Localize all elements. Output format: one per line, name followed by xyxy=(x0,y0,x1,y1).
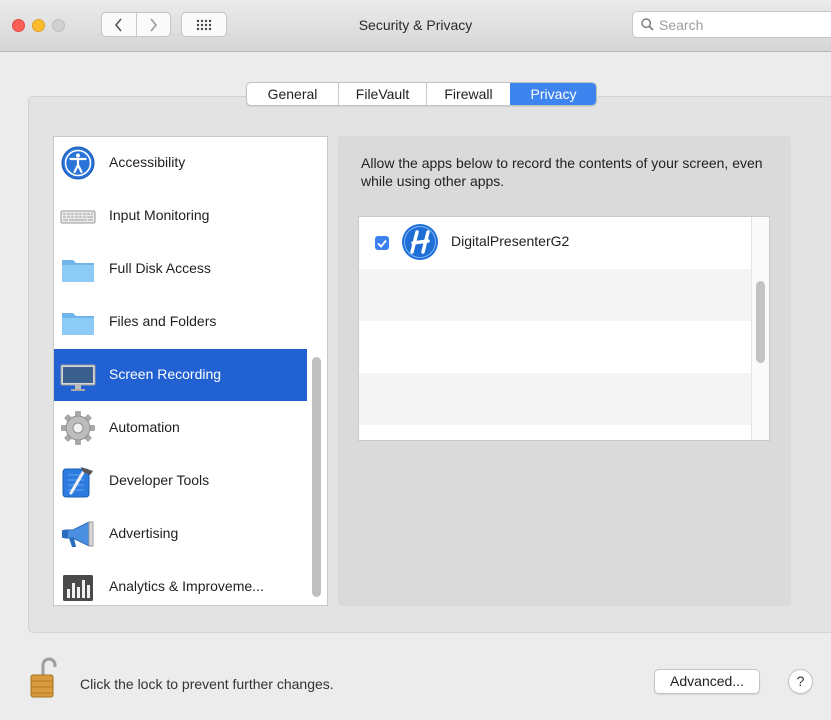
app-list-scrollbar[interactable] xyxy=(756,281,765,363)
sidebar-item-accessibility[interactable]: Accessibility xyxy=(54,137,307,189)
sidebar-item-files-and-folders[interactable]: Files and Folders xyxy=(54,296,307,348)
accessibility-icon xyxy=(61,146,95,180)
search-icon xyxy=(641,18,654,31)
sidebar-item-label: Full Disk Access xyxy=(109,260,211,276)
sidebar-item-label: Files and Folders xyxy=(109,313,217,329)
keyboard-icon xyxy=(60,210,96,224)
empty-row xyxy=(359,321,751,373)
empty-row xyxy=(359,373,751,425)
help-button[interactable]: ? xyxy=(788,669,813,694)
sidebar-item-advertising[interactable]: Advertising xyxy=(54,508,307,560)
unlocked-padlock-icon[interactable] xyxy=(29,655,69,699)
sidebar-item-automation[interactable]: Automation xyxy=(54,402,307,454)
sidebar-scrollbar[interactable] xyxy=(312,357,321,597)
sidebar-item-label: Advertising xyxy=(109,525,179,541)
folder-icon xyxy=(62,313,94,335)
sidebar-item-full-disk-access[interactable]: Full Disk Access xyxy=(54,243,307,295)
search-field[interactable] xyxy=(632,11,831,38)
app-name: DigitalPresenterG2 xyxy=(451,233,570,249)
sidebar-item-label: Accessibility xyxy=(109,154,186,170)
permission-description: Allow the apps below to record the conte… xyxy=(361,155,763,189)
app-list[interactable]: DigitalPresenterG2 xyxy=(358,216,770,441)
title-bar: Security & Privacy xyxy=(0,0,831,52)
privacy-category-list[interactable]: Accessibility Input Monitoring Full Disk… xyxy=(53,136,328,606)
sidebar-item-label: Automation xyxy=(109,419,180,435)
xcode-icon xyxy=(62,467,93,498)
sidebar-item-label: Input Monitoring xyxy=(109,207,210,223)
app-enabled-checkbox[interactable] xyxy=(375,236,389,250)
sidebar-item-label: Analytics & Improveme... xyxy=(109,578,264,594)
analytics-icon xyxy=(63,575,93,601)
search-input[interactable] xyxy=(659,16,819,33)
display-icon xyxy=(60,364,96,391)
tab-general[interactable]: General xyxy=(247,83,338,105)
sidebar-item-input-monitoring[interactable]: Input Monitoring xyxy=(54,190,307,242)
sidebar-item-screen-recording[interactable]: Screen Recording xyxy=(54,349,307,401)
lock-status-text: Click the lock to prevent further change… xyxy=(80,676,334,692)
tab-privacy[interactable]: Privacy xyxy=(510,83,596,105)
checkmark-icon xyxy=(377,239,387,248)
advanced-button[interactable]: Advanced... xyxy=(654,669,760,694)
app-row-digitalpresenterg2[interactable]: DigitalPresenterG2 xyxy=(359,217,751,269)
sidebar-item-analytics[interactable]: Analytics & Improveme... xyxy=(54,561,307,613)
digitalpresenter-app-icon xyxy=(402,224,438,260)
sidebar-item-label: Developer Tools xyxy=(109,472,210,488)
empty-row xyxy=(359,269,751,321)
sidebar-item-developer-tools[interactable]: Developer Tools xyxy=(54,455,307,507)
folder-icon xyxy=(62,260,94,282)
empty-row xyxy=(359,425,751,440)
tab-filevault[interactable]: FileVault xyxy=(338,83,426,105)
megaphone-icon xyxy=(62,521,94,547)
gear-icon xyxy=(61,411,95,445)
tab-firewall[interactable]: Firewall xyxy=(426,83,510,105)
sidebar-item-label: Screen Recording xyxy=(109,366,222,382)
tab-bar: General FileVault Firewall Privacy xyxy=(246,82,597,106)
